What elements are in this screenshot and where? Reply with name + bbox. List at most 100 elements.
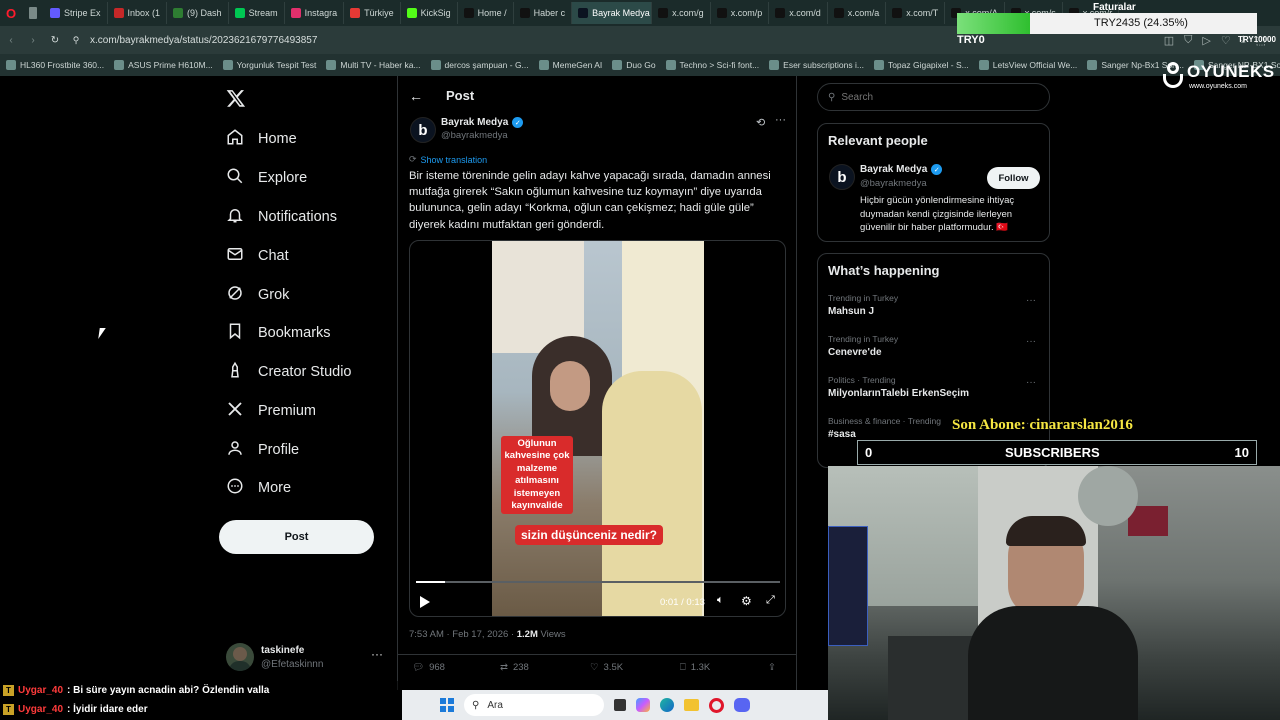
account-switcher[interactable]: taskinefe @Efetaskinnn ··· xyxy=(226,643,386,673)
video-time: 0:01 / 0:13 xyxy=(660,597,705,608)
bookmark-item[interactable]: Eser subscriptions i... xyxy=(769,60,864,70)
relevant-avatar[interactable]: b xyxy=(829,164,855,190)
url-text[interactable]: x.com/bayrakmedya/status/202362167977649… xyxy=(90,35,317,46)
post-more-icon[interactable]: ··· xyxy=(775,114,786,126)
back-icon[interactable]: ‹ xyxy=(0,35,22,46)
opera-taskbar-icon[interactable] xyxy=(709,697,724,713)
video-player[interactable]: Oğlunun kahvesine çok malzeme atılmasını… xyxy=(409,240,786,617)
bookmark-item[interactable]: Multi TV - Haber ka... xyxy=(326,60,421,70)
bookmark-item[interactable]: dercos şampuan - G... xyxy=(430,60,529,70)
browser-tab[interactable]: Home / xyxy=(458,2,514,24)
browser-tab[interactable]: x.com/p xyxy=(711,2,770,24)
copilot-icon[interactable] xyxy=(636,698,650,712)
tab-label: x.com/g xyxy=(672,8,704,18)
edge-icon[interactable] xyxy=(660,698,674,712)
mail-icon xyxy=(226,245,244,267)
file-explorer-icon[interactable] xyxy=(684,699,699,711)
nav-item-creator-studio[interactable]: Creator Studio xyxy=(226,361,352,383)
nav-item-bookmarks[interactable]: Bookmarks xyxy=(226,322,331,344)
bookmark-item[interactable]: HL360 Frostbite 360... xyxy=(6,60,104,70)
browser-tab[interactable]: Bayrak Medya xyxy=(572,2,653,24)
follow-button[interactable]: Follow xyxy=(987,167,1040,189)
discord-icon[interactable] xyxy=(734,698,750,712)
relevant-handle[interactable]: @bayrakmedya xyxy=(860,178,927,189)
browser-tab[interactable]: x.com/g xyxy=(652,2,711,24)
browser-tab[interactable]: KickSig xyxy=(401,2,458,24)
bookmark-item[interactable]: Duo Go xyxy=(612,60,656,70)
trend-more-icon[interactable]: ··· xyxy=(1026,295,1036,306)
grok-icon[interactable]: ⟲ xyxy=(756,116,765,129)
trend-meta: Trending in Turkey xyxy=(828,293,899,303)
relevant-name[interactable]: Bayrak Medya xyxy=(860,164,927,175)
browser-tab[interactable]: Haber c xyxy=(514,2,573,24)
more-dots-icon[interactable]: ··· xyxy=(371,647,383,661)
nav-item-home[interactable]: Home xyxy=(226,128,297,150)
nav-item-explore[interactable]: Explore xyxy=(226,167,307,189)
bookmark-item[interactable]: Techno > Sci-fi font... xyxy=(665,60,759,70)
oyuneks-brand: OYUNEKS xyxy=(1187,62,1275,81)
tab-label: x.com/a xyxy=(847,8,880,18)
oyuneks-logo: OYUNEKS www.oyuneks.com xyxy=(1163,60,1275,96)
goal-text: TRY2435 (24.35%) xyxy=(1094,17,1188,29)
post-button[interactable]: Post xyxy=(219,520,374,554)
nav-item-grok[interactable]: Grok xyxy=(226,284,289,306)
opera-icon[interactable]: O xyxy=(0,2,22,24)
nav-item-chat[interactable]: Chat xyxy=(226,245,289,267)
browser-tab[interactable]: x.com/d xyxy=(769,2,828,24)
start-icon[interactable] xyxy=(440,698,454,712)
nav-item-notifications[interactable]: Notifications xyxy=(226,206,337,228)
reload-icon[interactable]: ↻ xyxy=(44,35,66,46)
video-progress-track[interactable] xyxy=(416,581,780,583)
nav-item-premium[interactable]: Premium xyxy=(226,400,316,422)
x-logo-icon[interactable] xyxy=(226,88,246,108)
play-button-icon[interactable] xyxy=(420,596,430,608)
browser-tab[interactable]: Stream xyxy=(229,2,285,24)
browser-tab[interactable]: Türkiye xyxy=(344,2,401,24)
share-icon[interactable]: ⇪ xyxy=(768,662,776,673)
explore-icon xyxy=(226,167,244,189)
settings-gear-icon[interactable]: ⚙ xyxy=(741,594,752,608)
task-view-icon[interactable] xyxy=(614,699,626,711)
fullscreen-icon[interactable]: ⤢ xyxy=(766,594,775,607)
show-translation-link[interactable]: Show translation xyxy=(421,155,488,165)
volume-icon[interactable]: 🔈︎ xyxy=(717,594,724,607)
back-arrow-icon[interactable]: ← xyxy=(409,88,423,104)
tab-label: Home / xyxy=(477,8,507,18)
person-icon xyxy=(226,439,244,461)
forward-icon[interactable]: › xyxy=(22,35,44,46)
taskbar-search[interactable]: ⚲ Ara xyxy=(464,694,604,716)
nav-item-more[interactable]: More xyxy=(226,477,291,499)
bookmark-item[interactable]: MemeGen AI xyxy=(538,60,602,70)
browser-tab[interactable]: Stripe Ex xyxy=(44,2,108,24)
trend-name: Cenevre'de xyxy=(828,347,882,358)
reply-button[interactable]: 💬︎ 968 xyxy=(412,662,445,673)
trend-item[interactable]: Trending in Turkey Cenevre'de ··· xyxy=(828,334,1040,358)
like-button[interactable]: ♡ 3.5K xyxy=(590,662,623,673)
tab-favicon-icon xyxy=(578,8,589,18)
sidebar-toggle-icon[interactable] xyxy=(22,2,44,24)
bookmark-item[interactable]: Yorgunluk Tespit Test xyxy=(222,60,316,70)
author-handle[interactable]: @bayrakmedya xyxy=(441,130,508,141)
views-count: 1.2M xyxy=(516,629,538,640)
browser-tab[interactable]: x.com/T xyxy=(886,2,946,24)
trend-more-icon[interactable]: ··· xyxy=(1026,377,1036,388)
post-timestamp[interactable]: 7:53 AM · Feb 17, 2026 · xyxy=(409,629,517,640)
browser-tab[interactable]: x.com/a xyxy=(828,2,887,24)
author-name[interactable]: Bayrak Medya xyxy=(441,117,508,128)
browser-tab[interactable]: (9) Dash xyxy=(167,2,229,24)
trend-more-icon[interactable]: ··· xyxy=(1026,336,1036,347)
search-input[interactable] xyxy=(841,91,1032,103)
site-info-icon[interactable]: ⚲ xyxy=(66,35,86,46)
author-avatar[interactable]: b xyxy=(410,117,436,143)
browser-tab[interactable]: Inbox (1 xyxy=(108,2,168,24)
nav-item-profile[interactable]: Profile xyxy=(226,439,299,461)
search-box[interactable]: ⚲ xyxy=(817,83,1050,111)
repost-button[interactable]: ⇄ 238 xyxy=(500,662,529,673)
browser-tab[interactable]: Instagra xyxy=(285,2,345,24)
bookmark-item[interactable]: ASUS Prime H610M... xyxy=(114,60,213,70)
bookmark-item[interactable]: Topaz Gigapixel - S... xyxy=(873,60,969,70)
bookmark-button[interactable]: ⎕ 1.3K xyxy=(680,662,710,673)
trend-item[interactable]: Politics · Trending MilyonlarınTalebi Erk… xyxy=(828,375,1040,399)
trend-item[interactable]: Trending in Turkey Mahsun J ··· xyxy=(828,293,1040,317)
bookmark-item[interactable]: LetsView Official We... xyxy=(978,60,1077,70)
